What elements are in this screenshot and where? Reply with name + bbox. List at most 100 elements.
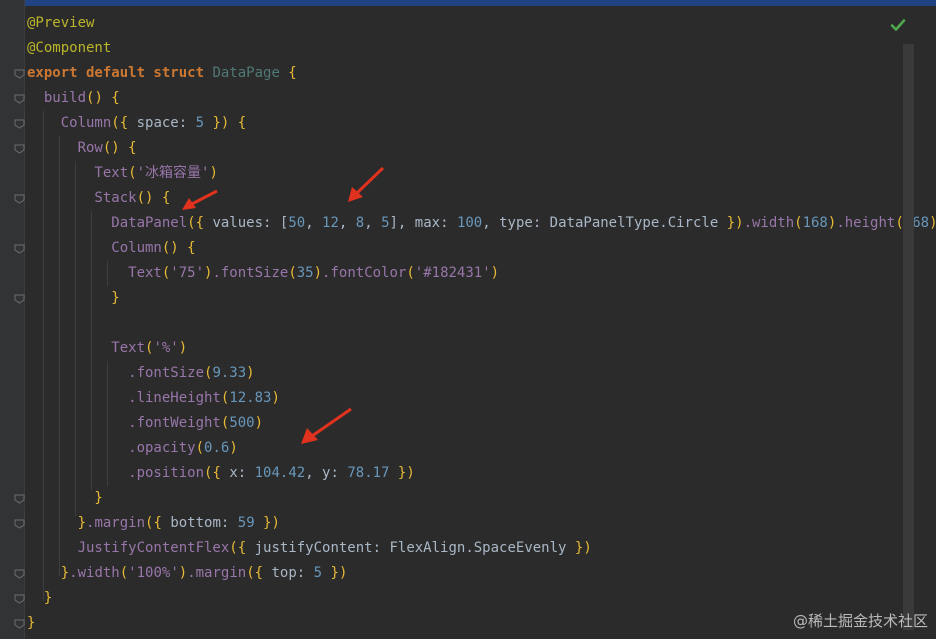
code-token: { (279, 65, 297, 81)
fold-marker-icon[interactable] (14, 144, 25, 154)
code-token: space (136, 115, 179, 131)
code-token: ( (119, 565, 129, 581)
code-token: .fontSize (212, 265, 289, 281)
code-line[interactable]: Text('%') (27, 336, 187, 361)
code-token: .fontWeight (27, 415, 221, 431)
code-token: : (178, 115, 196, 131)
code-line[interactable]: Row() { (27, 136, 137, 161)
code-line[interactable]: .fontWeight(500) (27, 411, 263, 436)
code-line[interactable]: Column() { (27, 236, 196, 261)
code-line[interactable]: .opacity(0.6) (27, 436, 238, 461)
code-token: }) { (204, 115, 247, 131)
annotation-arrow-icon (182, 189, 218, 210)
annotation-arrow-icon (348, 166, 385, 202)
fold-marker-icon[interactable] (14, 294, 25, 304)
code-token: '%' (153, 340, 179, 356)
code-token: }) (574, 540, 592, 556)
code-line[interactable]: build() { (27, 86, 120, 111)
code-token: () { (102, 140, 137, 156)
fold-marker-icon[interactable] (14, 119, 25, 129)
code-token: Stack (27, 190, 137, 206)
code-token: type (499, 215, 533, 231)
code-token: ) (229, 440, 238, 456)
code-line[interactable]: }.width('100%').margin({ top: 5 }) (27, 561, 348, 586)
code-line[interactable]: Stack() { (27, 186, 170, 211)
code-token: DataPage (212, 65, 280, 81)
check-icon (890, 19, 906, 31)
code-token: ( (288, 265, 297, 281)
code-token: 168 (802, 215, 828, 231)
fold-marker-icon[interactable] (14, 569, 25, 579)
code-token: ) (490, 265, 500, 281)
code-token: Row (27, 140, 103, 156)
code-token: : (220, 515, 238, 531)
fold-marker-icon[interactable] (14, 494, 25, 504)
fold-marker-icon[interactable] (14, 69, 25, 79)
code-token: () { (86, 90, 120, 106)
editor-top-highlight (0, 0, 936, 6)
code-token: .opacity (27, 440, 196, 456)
code-line[interactable]: export default struct DataPage { (27, 61, 297, 86)
code-token: } (27, 615, 36, 631)
code-token: 12 (322, 215, 339, 231)
code-token: 5 (313, 565, 323, 581)
code-line[interactable]: DataPanel({ values: [50, 12, 8, 5], max:… (27, 211, 936, 236)
code-token: 50 (288, 215, 306, 231)
fold-marker-icon[interactable] (14, 619, 25, 629)
code-token: ) (929, 215, 936, 231)
fold-marker-icon[interactable] (14, 244, 25, 254)
code-token: '100%' (128, 565, 179, 581)
code-token: '冰箱容量' (136, 165, 210, 181)
code-token: ) (246, 365, 255, 381)
code-editor[interactable]: @Preview @Component export default struct … (0, 0, 936, 639)
code-token: }) (254, 515, 280, 531)
code-token: .fontColor (322, 265, 407, 281)
code-token: 9.33 (212, 365, 247, 381)
code-line[interactable]: Column({ space: 5 }) { (27, 111, 247, 136)
code-token: ) (209, 165, 218, 181)
code-token: () { (161, 240, 196, 256)
code-token: 35 (296, 265, 314, 281)
code-token: Text (27, 165, 129, 181)
code-token: 59 (237, 515, 255, 531)
code-token: ({ (246, 565, 272, 581)
code-token: x (229, 465, 238, 481)
code-token: ) (313, 265, 323, 281)
fold-marker-icon[interactable] (14, 94, 25, 104)
code-token: ({ (204, 465, 230, 481)
code-line[interactable]: @Component (27, 36, 111, 61)
fold-marker-icon[interactable] (14, 519, 25, 529)
code-token: }) (726, 215, 744, 231)
code-line[interactable]: } (27, 611, 35, 636)
code-token: .position (27, 465, 205, 481)
code-line[interactable]: Text('75').fontSize(35).fontColor('#1824… (27, 261, 499, 286)
code-token: , (305, 465, 323, 481)
fold-marker-icon[interactable] (14, 594, 25, 604)
code-line[interactable]: .lineHeight(12.83) (27, 386, 280, 411)
code-line[interactable]: } (27, 286, 119, 311)
code-token: : (237, 465, 255, 481)
code-token: JustifyContentFlex (27, 540, 230, 556)
fold-marker-icon[interactable] (14, 194, 25, 204)
code-line[interactable]: @Preview (27, 11, 94, 36)
code-token: ) (254, 415, 264, 431)
code-token: 0.6 (204, 440, 230, 456)
code-token: 8 (355, 215, 365, 231)
code-token: } (27, 590, 53, 606)
code-token: ({ (229, 540, 255, 556)
code-line[interactable]: }.margin({ bottom: 59 }) (27, 511, 280, 536)
code-line[interactable]: JustifyContentFlex({ justifyContent: Fle… (27, 536, 592, 561)
code-line[interactable]: .position({ x: 104.42, y: 78.17 }) (27, 461, 415, 486)
code-token: : (296, 565, 314, 581)
code-token: @Preview (27, 15, 95, 31)
code-token: build (27, 90, 87, 106)
code-token: .height (836, 215, 896, 231)
code-line[interactable]: } (27, 586, 52, 611)
vertical-scrollbar[interactable] (903, 44, 914, 630)
code-token: 5 (195, 115, 205, 131)
code-token: ( (195, 440, 205, 456)
code-line[interactable]: } (27, 486, 102, 511)
code-line[interactable]: .fontSize(9.33) (27, 361, 255, 386)
code-token: max (414, 215, 441, 231)
code-line[interactable]: Text('冰箱容量') (27, 161, 218, 186)
